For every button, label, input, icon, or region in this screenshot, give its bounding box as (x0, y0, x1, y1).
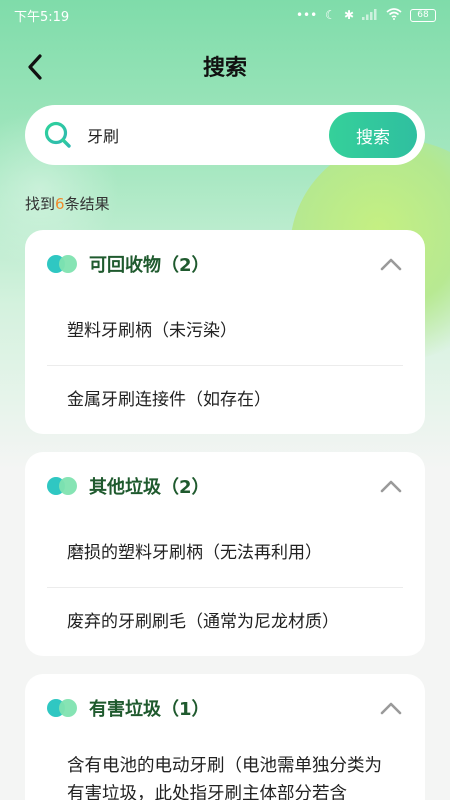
chevron-up-icon[interactable] (379, 252, 403, 276)
back-button[interactable] (18, 50, 52, 84)
battery-icon: 68 (410, 8, 436, 22)
list-item[interactable]: 塑料牙刷柄（未污染） (47, 298, 403, 366)
page-header: 搜索 (0, 40, 450, 92)
search-bar: 搜索 (25, 105, 425, 165)
more-dots-icon: ••• (295, 8, 318, 22)
category-card-recyclable: 可回收物（2） 塑料牙刷柄（未污染） 金属牙刷连接件（如存在） (25, 230, 425, 434)
bluetooth-icon: ✱ (343, 8, 354, 22)
moon-icon: ☾ (325, 8, 336, 22)
category-dots-icon (47, 477, 79, 495)
list-item[interactable]: 含有电池的电动牙刷（电池需单独分类为有害垃圾，此处指牙刷主体部分若含 (47, 742, 403, 800)
result-count: 6 (55, 195, 65, 213)
search-input[interactable] (73, 125, 329, 145)
category-card-other: 其他垃圾（2） 磨损的塑料牙刷柄（无法再利用） 废弃的牙刷刷毛（通常为尼龙材质） (25, 452, 425, 656)
search-button[interactable]: 搜索 (329, 112, 417, 158)
category-title: 其他垃圾（2） (89, 477, 210, 498)
result-summary: 找到6条结果 (25, 193, 110, 214)
category-title-wrap: 其他垃圾（2） (47, 473, 210, 499)
result-summary-prefix: 找到 (25, 195, 56, 213)
category-header[interactable]: 可回收物（2） (47, 230, 403, 298)
category-dots-icon (47, 699, 79, 717)
wifi-icon (386, 7, 402, 23)
chevron-up-icon[interactable] (379, 474, 403, 498)
status-icons: ••• ☾ ✱ 68 (295, 7, 436, 23)
list-item[interactable]: 废弃的牙刷刷毛（通常为尼龙材质） (47, 588, 403, 656)
page-title: 搜索 (202, 56, 247, 81)
category-title: 有害垃圾（1） (89, 699, 210, 720)
search-icon (43, 120, 73, 150)
category-title-wrap: 有害垃圾（1） (47, 695, 210, 721)
category-card-hazardous: 有害垃圾（1） 含有电池的电动牙刷（电池需单独分类为有害垃圾，此处指牙刷主体部分… (25, 674, 425, 800)
list-item[interactable]: 金属牙刷连接件（如存在） (47, 366, 403, 434)
category-title: 可回收物（2） (89, 255, 210, 276)
status-time: 下午5:19 (14, 9, 70, 25)
category-dots-icon (47, 255, 79, 273)
signal-icon (362, 8, 378, 23)
category-header[interactable]: 有害垃圾（1） (47, 674, 403, 742)
result-summary-suffix: 条结果 (64, 195, 110, 213)
category-header[interactable]: 其他垃圾（2） (47, 452, 403, 520)
chevron-up-icon[interactable] (379, 696, 403, 720)
status-bar: 下午5:19 ••• ☾ ✱ 68 (0, 0, 450, 30)
list-item[interactable]: 磨损的塑料牙刷柄（无法再利用） (47, 520, 403, 588)
chevron-left-icon (28, 54, 42, 80)
category-title-wrap: 可回收物（2） (47, 251, 210, 277)
